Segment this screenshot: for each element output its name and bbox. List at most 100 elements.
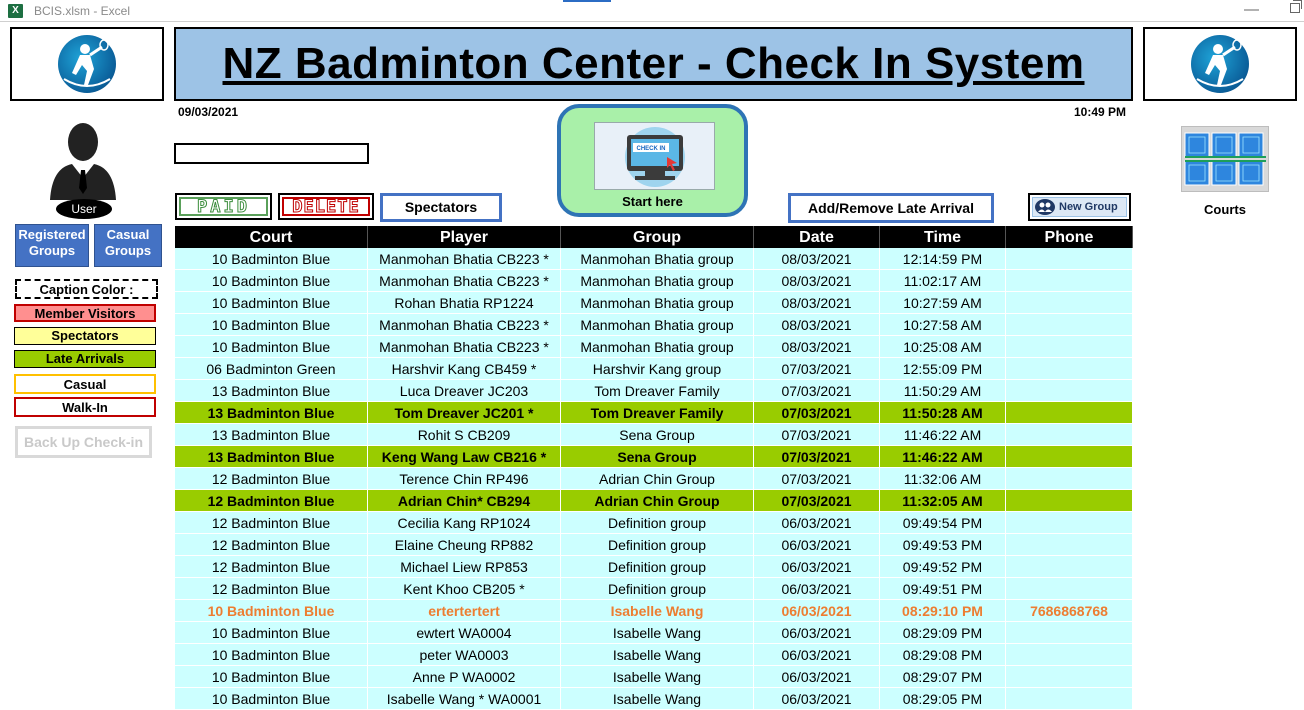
cell-player[interactable]: Kent Khoo CB205 * [368, 578, 561, 600]
column-header-court[interactable]: Court [175, 226, 368, 249]
table-row[interactable]: 10 Badminton Blue ewtert WA0004 Isabelle W… [175, 622, 1133, 644]
cell-player[interactable]: Luca Dreaver JC203 [368, 380, 561, 402]
cell-phone[interactable] [1006, 666, 1133, 688]
table-row[interactable]: 10 Badminton Blue Manmohan Bhatia CB223 *… [175, 336, 1133, 358]
cell-time[interactable]: 08:29:08 PM [880, 644, 1006, 666]
cell-time[interactable]: 11:46:22 AM [880, 424, 1006, 446]
cell-group[interactable]: Tom Dreaver Family [561, 380, 754, 402]
cell-phone[interactable] [1006, 380, 1133, 402]
cell-player[interactable]: Manmohan Bhatia CB223 * [368, 336, 561, 358]
cell-player[interactable]: Harshvir Kang CB459 * [368, 358, 561, 380]
cell-player[interactable]: ewtert WA0004 [368, 622, 561, 644]
cell-time[interactable]: 11:50:28 AM [880, 402, 1006, 424]
cell-date[interactable]: 07/03/2021 [754, 490, 880, 512]
table-row[interactable]: 13 Badminton Blue Tom Dreaver JC201 * Tom … [175, 402, 1133, 424]
cell-court[interactable]: 13 Badminton Blue [175, 424, 368, 446]
cell-phone[interactable] [1006, 490, 1133, 512]
cell-phone[interactable] [1006, 292, 1133, 314]
cell-group[interactable]: Manmohan Bhatia group [561, 248, 754, 270]
column-header-date[interactable]: Date [754, 226, 880, 249]
cell-phone[interactable] [1006, 314, 1133, 336]
late-arrival-button[interactable]: Add/Remove Late Arrival [788, 193, 994, 223]
cell-date[interactable]: 07/03/2021 [754, 402, 880, 424]
cell-court[interactable]: 10 Badminton Blue [175, 248, 368, 270]
cell-group[interactable]: Isabelle Wang [561, 644, 754, 666]
cell-player[interactable]: peter WA0003 [368, 644, 561, 666]
cell-court[interactable]: 10 Badminton Blue [175, 600, 368, 622]
delete-button[interactable]: DELETE [278, 193, 374, 220]
cell-time[interactable]: 09:49:53 PM [880, 534, 1006, 556]
cell-group[interactable]: Harshvir Kang group [561, 358, 754, 380]
cell-group[interactable]: Manmohan Bhatia group [561, 292, 754, 314]
cell-group[interactable]: Isabelle Wang [561, 600, 754, 622]
cell-date[interactable]: 06/03/2021 [754, 578, 880, 600]
cell-date[interactable]: 06/03/2021 [754, 622, 880, 644]
table-row[interactable]: 12 Badminton Blue Michael Liew RP853 Defin… [175, 556, 1133, 578]
user-icon[interactable] [46, 118, 120, 202]
cell-group[interactable]: Sena Group [561, 424, 754, 446]
table-row[interactable]: 12 Badminton Blue Terence Chin RP496 Adria… [175, 468, 1133, 490]
cell-court[interactable]: 10 Badminton Blue [175, 292, 368, 314]
cell-player[interactable]: Manmohan Bhatia CB223 * [368, 248, 561, 270]
cell-date[interactable]: 08/03/2021 [754, 248, 880, 270]
cell-date[interactable]: 07/03/2021 [754, 380, 880, 402]
cell-time[interactable]: 08:29:07 PM [880, 666, 1006, 688]
minimize-button[interactable]: — [1244, 1, 1259, 18]
cell-player[interactable]: Cecilia Kang RP1024 [368, 512, 561, 534]
cell-court[interactable]: 12 Badminton Blue [175, 556, 368, 578]
table-row[interactable]: 10 Badminton Blue Anne P WA0002 Isabelle W… [175, 666, 1133, 688]
cell-player[interactable]: Isabelle Wang * WA0001 [368, 688, 561, 710]
cell-court[interactable]: 10 Badminton Blue [175, 336, 368, 358]
cell-group[interactable]: Definition group [561, 556, 754, 578]
user-label[interactable]: User [56, 199, 112, 219]
new-group-button[interactable]: New Group [1028, 193, 1131, 221]
cell-group[interactable]: Definition group [561, 512, 754, 534]
table-row[interactable]: 10 Badminton Blue Manmohan Bhatia CB223 *… [175, 314, 1133, 336]
cell-player[interactable]: Terence Chin RP496 [368, 468, 561, 490]
cell-time[interactable]: 11:46:22 AM [880, 446, 1006, 468]
cell-date[interactable]: 06/03/2021 [754, 600, 880, 622]
cell-phone[interactable] [1006, 578, 1133, 600]
cell-time[interactable]: 08:29:09 PM [880, 622, 1006, 644]
cell-court[interactable]: 12 Badminton Blue [175, 468, 368, 490]
cell-date[interactable]: 07/03/2021 [754, 468, 880, 490]
cell-phone[interactable] [1006, 688, 1133, 710]
cell-phone[interactable] [1006, 512, 1133, 534]
table-row[interactable]: 13 Badminton Blue Luca Dreaver JC203 Tom D… [175, 380, 1133, 402]
table-row[interactable]: 10 Badminton Blue Manmohan Bhatia CB223 *… [175, 270, 1133, 292]
cell-date[interactable]: 06/03/2021 [754, 688, 880, 710]
paid-button[interactable]: PAID [175, 193, 272, 220]
backup-checkin-button[interactable]: Back Up Check-in [15, 426, 152, 458]
cell-time[interactable]: 09:49:51 PM [880, 578, 1006, 600]
cell-date[interactable]: 07/03/2021 [754, 424, 880, 446]
cell-time[interactable]: 11:02:17 AM [880, 270, 1006, 292]
cell-phone[interactable] [1006, 358, 1133, 380]
casual-groups-button[interactable]: Casual Groups [94, 224, 162, 267]
cell-phone[interactable] [1006, 424, 1133, 446]
table-row[interactable]: 12 Badminton Blue Kent Khoo CB205 * Defini… [175, 578, 1133, 600]
table-row[interactable]: 12 Badminton Blue Adrian Chin* CB294 Adria… [175, 490, 1133, 512]
cell-date[interactable]: 06/03/2021 [754, 556, 880, 578]
cell-group[interactable]: Definition group [561, 534, 754, 556]
cell-date[interactable]: 06/03/2021 [754, 644, 880, 666]
table-row[interactable]: 10 Badminton Blue Rohan Bhatia RP1224 Manm… [175, 292, 1133, 314]
table-row[interactable]: 12 Badminton Blue Cecilia Kang RP1024 Defi… [175, 512, 1133, 534]
cell-phone[interactable] [1006, 534, 1133, 556]
cell-time[interactable]: 09:49:52 PM [880, 556, 1006, 578]
table-row[interactable]: 13 Badminton Blue Rohit S CB209 Sena Group… [175, 424, 1133, 446]
cell-court[interactable]: 10 Badminton Blue [175, 270, 368, 292]
cell-player[interactable]: Tom Dreaver JC201 * [368, 402, 561, 424]
cell-court[interactable]: 10 Badminton Blue [175, 666, 368, 688]
cell-player[interactable]: Michael Liew RP853 [368, 556, 561, 578]
cell-group[interactable]: Manmohan Bhatia group [561, 336, 754, 358]
cell-court[interactable]: 10 Badminton Blue [175, 688, 368, 710]
cell-player[interactable]: ertertertert [368, 600, 561, 622]
cell-time[interactable]: 11:32:05 AM [880, 490, 1006, 512]
cell-court[interactable]: 10 Badminton Blue [175, 314, 368, 336]
cell-group[interactable]: Isabelle Wang [561, 622, 754, 644]
cell-time[interactable]: 10:25:08 AM [880, 336, 1006, 358]
cell-time[interactable]: 09:49:54 PM [880, 512, 1006, 534]
cell-court[interactable]: 13 Badminton Blue [175, 446, 368, 468]
cell-court[interactable]: 10 Badminton Blue [175, 622, 368, 644]
spectators-button[interactable]: Spectators [380, 193, 502, 222]
